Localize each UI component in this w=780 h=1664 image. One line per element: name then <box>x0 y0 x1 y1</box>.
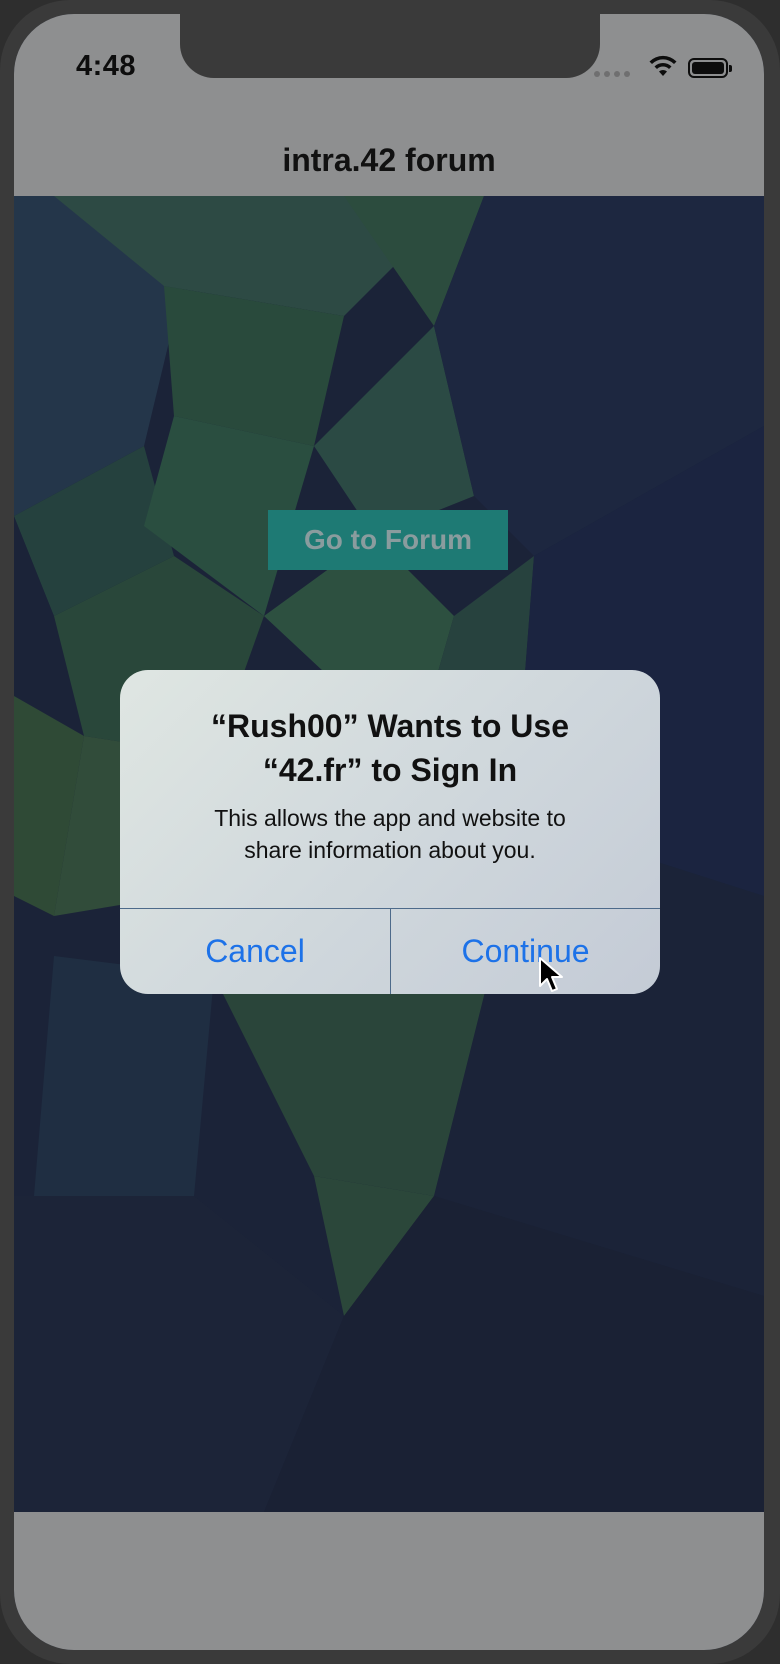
screen: Go to Forum 4:48 intra.42 forum “Rush00”… <box>14 14 764 1650</box>
bottom-bar <box>14 1512 764 1650</box>
go-to-forum-button[interactable]: Go to Forum <box>268 510 508 570</box>
battery-icon <box>688 58 732 78</box>
page-title: intra.42 forum <box>282 142 496 178</box>
alert-message-line-1: This allows the app and website to <box>214 805 566 831</box>
alert-message: This allows the app and website to share… <box>140 802 640 866</box>
alert-title-line-2: “42.fr” to Sign In <box>262 752 518 788</box>
sign-in-alert: “Rush00” Wants to Use “42.fr” to Sign In… <box>120 670 660 994</box>
alert-title-line-1: “Rush00” Wants to Use <box>211 708 569 744</box>
mouse-cursor-icon <box>539 957 563 992</box>
navigation-bar: 4:48 intra.42 forum <box>14 14 764 196</box>
notch <box>180 14 600 78</box>
continue-button[interactable]: Continue <box>391 909 660 994</box>
cancel-button[interactable]: Cancel <box>120 909 390 994</box>
device-frame: Go to Forum 4:48 intra.42 forum “Rush00”… <box>0 0 780 1664</box>
alert-title: “Rush00” Wants to Use “42.fr” to Sign In <box>140 704 640 792</box>
alert-message-line-2: share information about you. <box>244 837 536 863</box>
status-time: 4:48 <box>76 50 137 82</box>
wifi-icon <box>649 55 677 76</box>
cellular-signal-icon <box>594 71 630 77</box>
